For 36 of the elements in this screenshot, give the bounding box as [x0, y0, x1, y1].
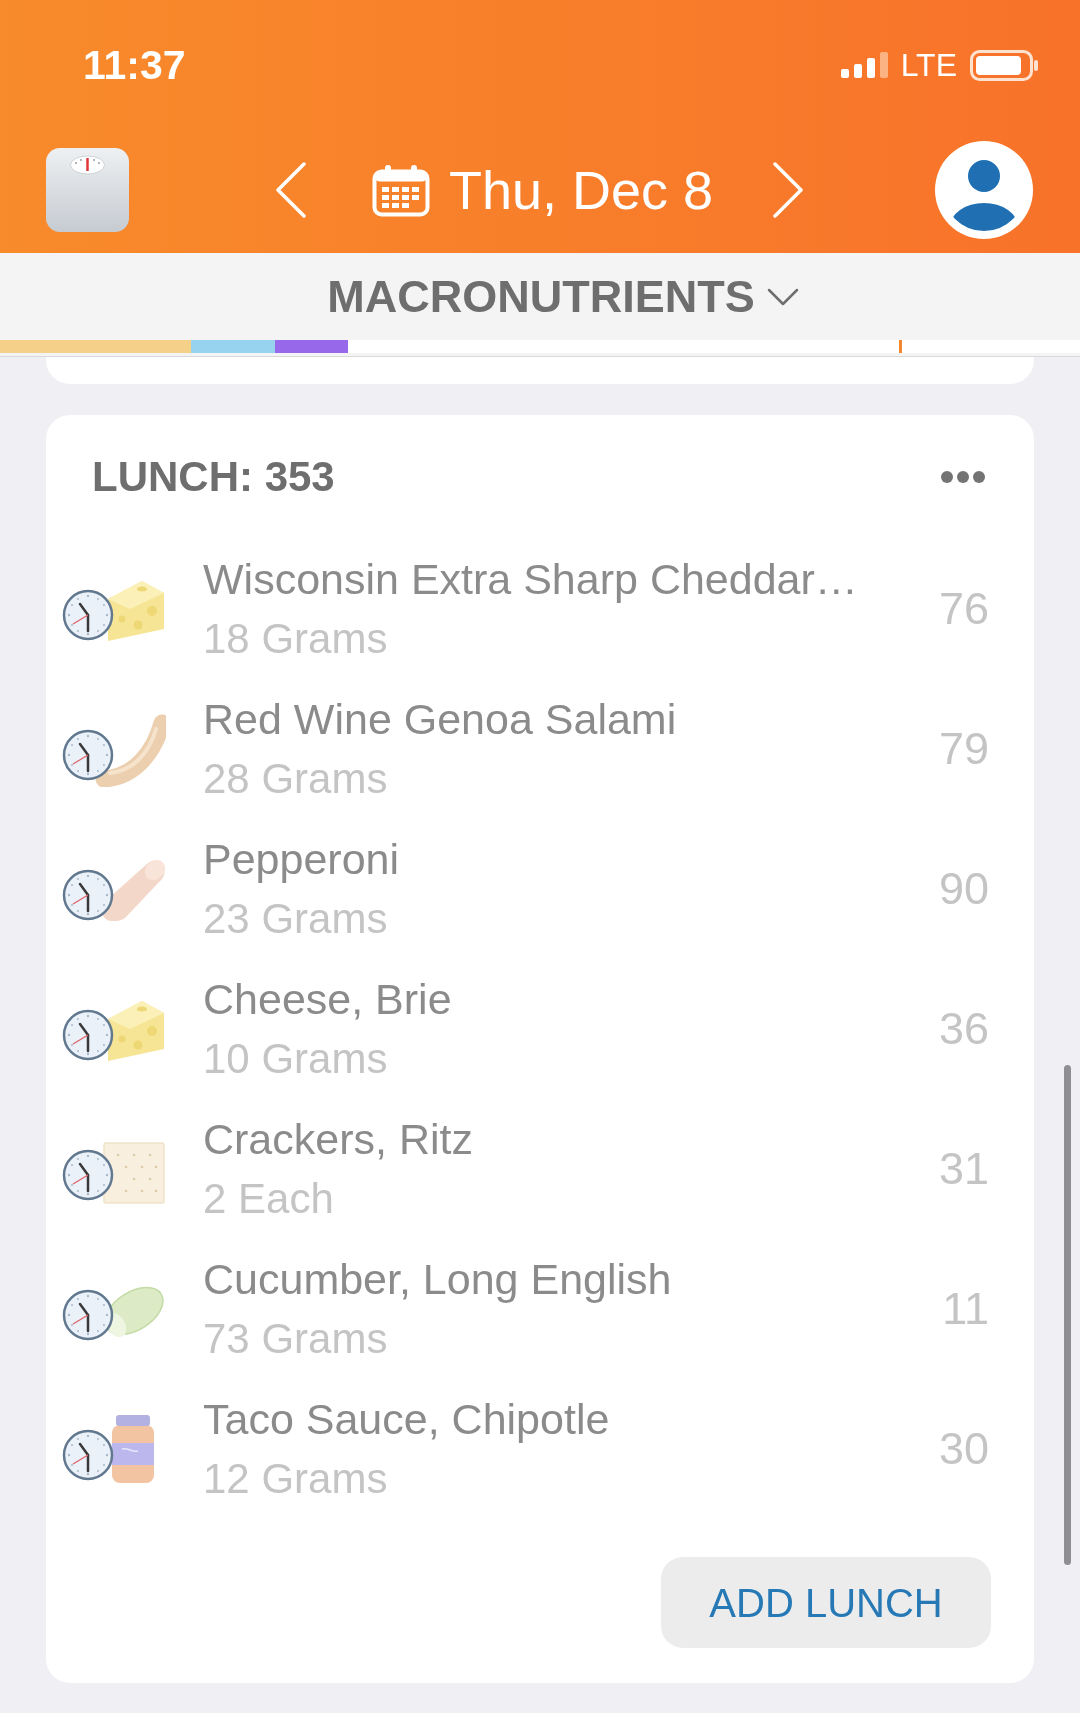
food-amount: 2 Each	[203, 1175, 334, 1223]
food-name[interactable]: Wisconsin Extra Sharp Cheddar…	[203, 555, 858, 603]
food-calories: 11	[942, 1283, 989, 1335]
food-name[interactable]: Red Wine Genoa Salami	[203, 695, 677, 743]
food-calories: 36	[938, 1003, 989, 1055]
date-label[interactable]: Thu, Dec 8	[449, 159, 714, 221]
food-amount: 73 Grams	[203, 1315, 388, 1363]
food-name[interactable]: Pepperoni	[203, 835, 400, 883]
food-calories: 76	[938, 583, 989, 635]
food-amount: 18 Grams	[203, 615, 388, 663]
network-label: LTE	[900, 47, 957, 83]
calendar-icon[interactable]	[372, 163, 430, 217]
avatar-icon[interactable]	[935, 141, 1033, 239]
signal-icon	[840, 52, 889, 78]
meal-title: LUNCH: 353	[92, 453, 335, 501]
chevron-left-icon[interactable]	[275, 162, 306, 218]
scrollbar[interactable]	[1064, 1065, 1071, 1565]
chevron-right-icon[interactable]	[773, 162, 805, 218]
food-calories: 90	[938, 863, 989, 915]
food-amount: 23 Grams	[203, 895, 388, 943]
food-calories: 79	[938, 723, 989, 775]
battery-icon	[970, 49, 1039, 81]
scale-icon[interactable]	[46, 148, 129, 232]
food-amount: 28 Grams	[203, 755, 388, 803]
chevron-down-icon	[766, 287, 799, 306]
food-amount: 10 Grams	[203, 1035, 388, 1083]
food-name[interactable]: Crackers, Ritz	[203, 1115, 473, 1163]
food-calories: 31	[938, 1143, 989, 1195]
more-icon[interactable]	[941, 471, 985, 483]
status-time: 11:37	[83, 41, 186, 89]
food-calories: 30	[938, 1423, 989, 1475]
add-lunch-button[interactable]: ADD LUNCH	[661, 1557, 991, 1648]
food-name[interactable]: Taco Sauce, Chipotle	[203, 1395, 610, 1443]
food-name[interactable]: Cucumber, Long English	[203, 1255, 672, 1303]
food-name[interactable]: Cheese, Brie	[203, 975, 452, 1023]
food-amount: 12 Grams	[203, 1455, 388, 1503]
